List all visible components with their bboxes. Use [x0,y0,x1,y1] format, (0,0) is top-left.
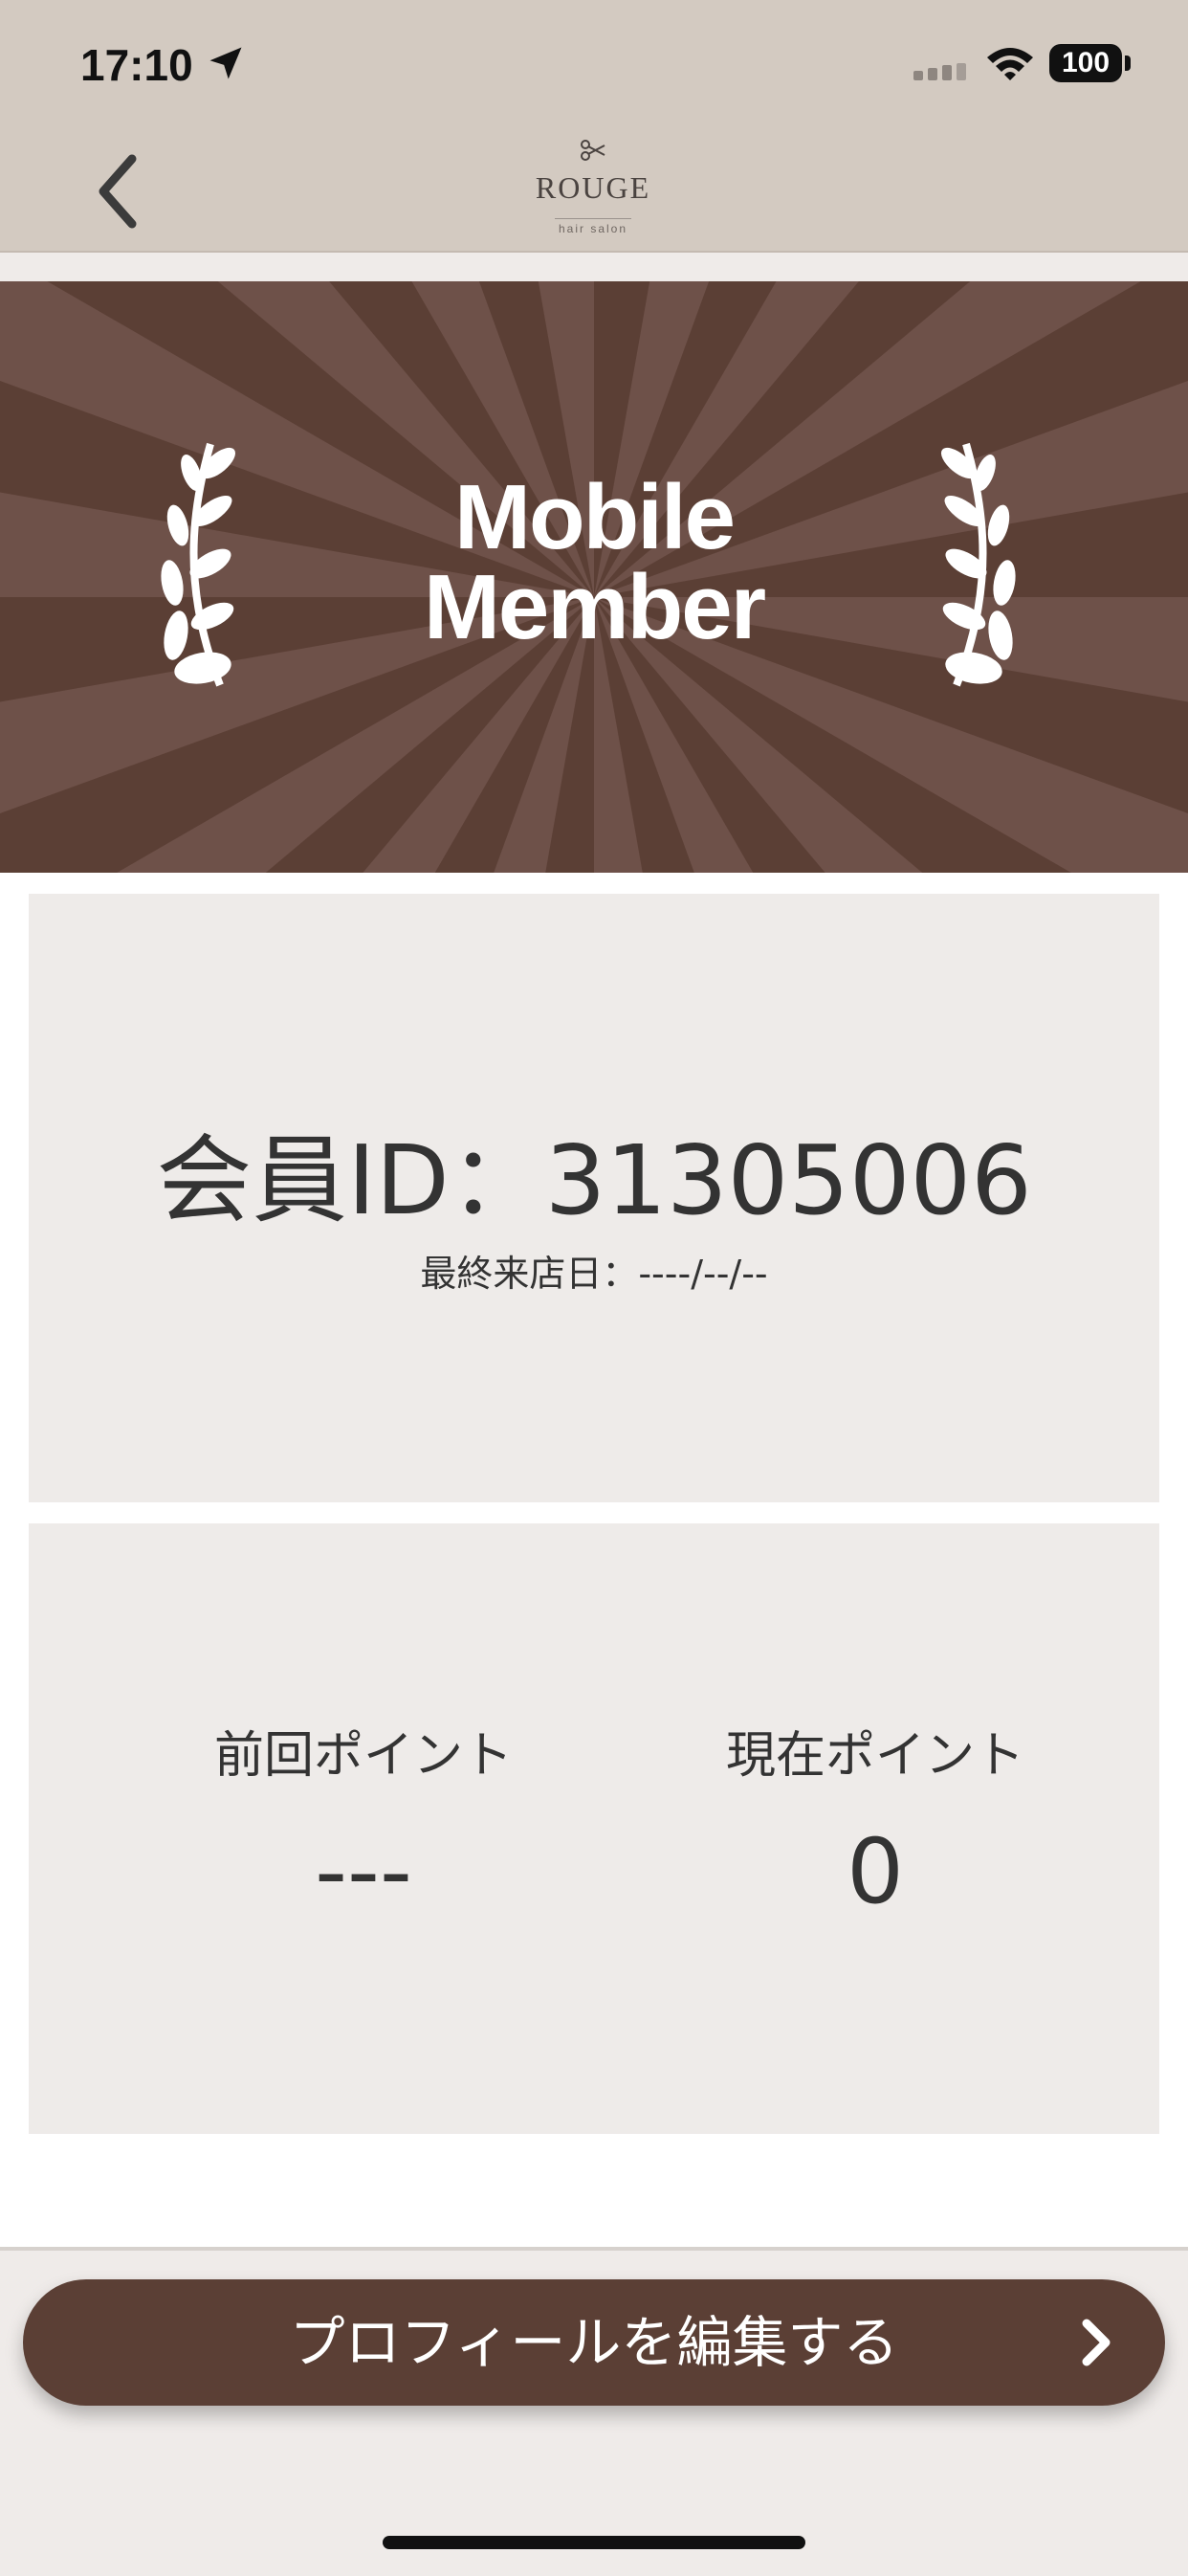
location-arrow-icon [209,47,242,79]
battery-icon: 100 [1049,44,1122,82]
salon-logo: ROUGE hair salon [497,134,689,251]
edit-profile-button[interactable]: プロフィールを編集する [23,2279,1165,2406]
home-indicator [383,2536,805,2549]
battery-tip [1125,56,1131,71]
logo-subtitle: hair salon [558,222,628,235]
bottom-action-bar: プロフィールを編集する [0,2247,1188,2576]
logo-wordmark: ROUGE [535,170,651,205]
nav-bar: ROUGE hair salon [0,134,1188,253]
status-time: 17:10 [80,40,193,90]
current-points-label: 現在ポイント [725,1727,1024,1785]
logo-divider [555,218,631,219]
member-id: 会員ID：31305006 [156,1124,1032,1236]
scissors-icon [581,140,605,161]
chevron-right-icon [1082,2319,1111,2366]
header-gap [0,253,1188,281]
current-points-value: 0 [847,1820,904,1924]
mobile-member-banner: Mobile Member [0,281,1188,873]
cellular-signal-icon [913,63,966,80]
previous-points-value: --- [315,1820,412,1924]
points-card: 前回ポイント --- 現在ポイント 0 [29,1523,1159,2134]
previous-points-label: 前回ポイント [213,1727,513,1785]
laurel-right-icon [940,442,1016,687]
edit-profile-label: プロフィールを編集する [289,2310,899,2375]
member-id-card: 会員ID：31305006 最終来店日：----/--/-- [29,894,1159,1502]
chevron-left-icon[interactable] [90,151,147,232]
last-visit-date: 最終来店日：----/--/-- [420,1253,768,1295]
status-bar: 17:10 100 [0,0,1188,134]
wifi-icon [987,48,1033,80]
